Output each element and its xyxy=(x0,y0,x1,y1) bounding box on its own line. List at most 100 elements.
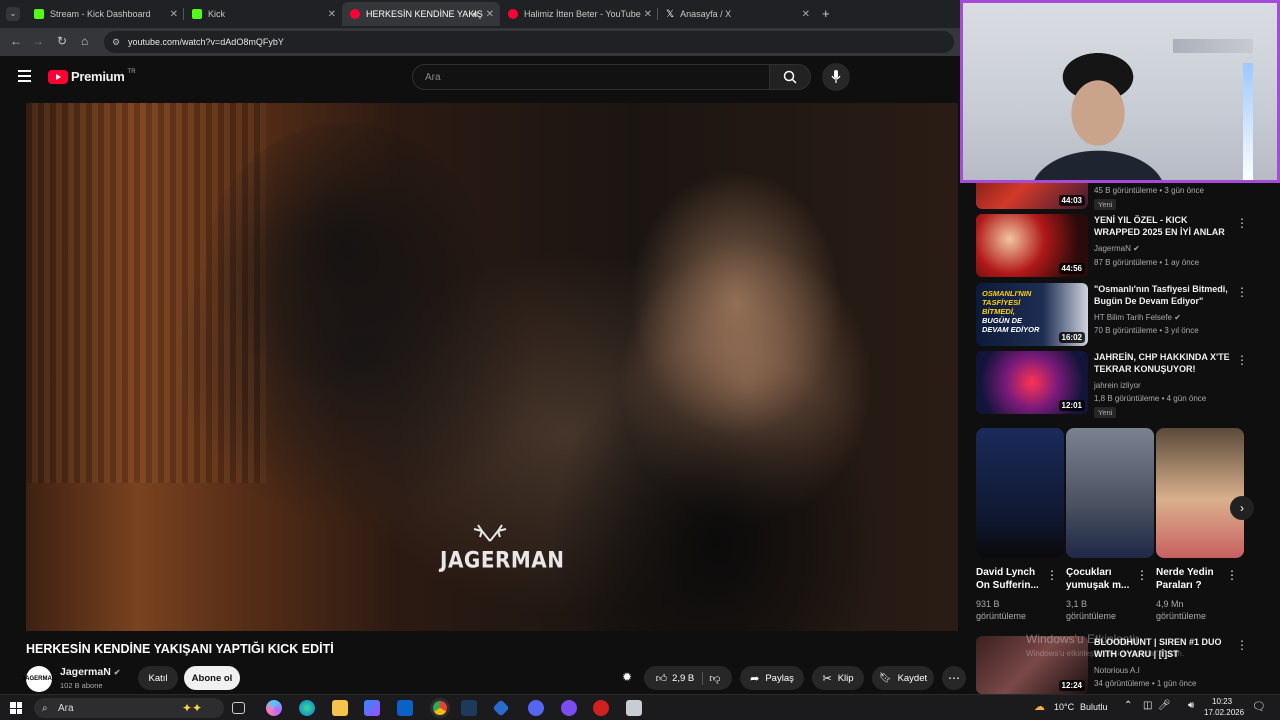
back-arrow-icon[interactable]: ← xyxy=(10,34,22,48)
tab-label: Anasayfa / X xyxy=(680,9,732,19)
url-text: youtube.com/watch?v=dAdO8mQFybY xyxy=(128,37,284,47)
recommendation-item[interactable]: 44:56 YENİ YIL ÖZEL - KICK WRAPPED 2025 … xyxy=(976,214,1266,278)
short-thumbnail[interactable] xyxy=(1066,428,1154,558)
weather-icon[interactable]: ☁︎ xyxy=(1034,700,1045,713)
new-badge: Yeni xyxy=(1094,199,1117,210)
copilot-icon[interactable] xyxy=(266,700,282,716)
video-title: YENİ YIL ÖZEL - KICK WRAPPED 2025 EN İYİ… xyxy=(1094,215,1225,237)
ai-sparkle-icon[interactable]: ✹ xyxy=(622,670,632,684)
like-button[interactable]: 👍︎ 2,9 B xyxy=(655,671,704,685)
close-tab-icon[interactable]: ✕ xyxy=(170,9,178,20)
more-actions-button[interactable]: ⋯ xyxy=(942,666,966,690)
audio-playing-icon[interactable]: 🔊︎ xyxy=(472,9,478,20)
new-badge: Yeni xyxy=(1094,407,1117,418)
video-meta: 34 görüntüleme • 1 gün önce xyxy=(1094,679,1197,688)
short-title[interactable]: David Lynch On Sufferin... xyxy=(976,566,1050,592)
youtube-play-logo-icon xyxy=(48,69,68,84)
search-icon xyxy=(783,70,797,84)
network-icon[interactable]: ◫ xyxy=(1143,700,1152,711)
clock-time[interactable]: 10:23 xyxy=(1212,697,1232,706)
edge-icon[interactable] xyxy=(299,700,315,716)
thumbnail-text: OSMANLI'NIN TASFİYESİ BİTMEDİ, BUGÜN DE … xyxy=(982,289,1040,334)
tab-youtube-halimiz[interactable]: Halimiz İtten Beter - YouTube ✕ xyxy=(500,2,658,26)
channel-name[interactable]: JagermaN ✔︎ xyxy=(60,666,120,678)
more-options-icon[interactable]: ⋮ xyxy=(1046,568,1058,582)
kick-favicon-icon xyxy=(34,9,44,19)
reload-icon[interactable]: ↻ xyxy=(57,34,67,48)
weather-temp[interactable]: 10°C xyxy=(1054,702,1074,712)
video-thumbnail[interactable]: OSMANLI'NIN TASFİYESİ BİTMEDİ, BUGÜN DE … xyxy=(976,283,1088,346)
more-options-icon[interactable]: ⋮ xyxy=(1236,216,1248,230)
channel-name: HT Bilim Tarih Felsefe ✔︎ xyxy=(1094,313,1181,322)
more-options-icon[interactable]: ⋮ xyxy=(1236,285,1248,299)
steam-icon[interactable] xyxy=(461,700,477,716)
site-info-icon[interactable]: ⚙︎ xyxy=(112,37,120,48)
microphone-tray-icon[interactable]: 🎤︎ xyxy=(1158,700,1171,711)
chrome-icon[interactable] xyxy=(430,698,450,718)
short-title[interactable]: Nerde Yedin Paraları ? xyxy=(1156,566,1230,592)
short-title[interactable]: Çocukları yumuşak m... xyxy=(1066,566,1140,592)
discord-icon[interactable] xyxy=(528,700,544,716)
subscribe-button[interactable]: Abone ol xyxy=(184,666,240,690)
microsoft-store-icon[interactable] xyxy=(364,700,380,716)
forward-arrow-icon[interactable]: → xyxy=(32,34,44,48)
close-tab-icon[interactable]: ✕ xyxy=(486,9,494,20)
notification-icon[interactable]: 🗨︎ xyxy=(1252,700,1266,713)
obs-like-icon[interactable] xyxy=(561,700,577,716)
bookmark-icon: 🔖︎ xyxy=(878,672,892,684)
task-view-icon[interactable] xyxy=(232,702,245,714)
more-options-icon[interactable]: ⋮ xyxy=(1236,638,1248,652)
close-tab-icon[interactable]: ✕ xyxy=(328,9,336,20)
video-player[interactable]: JAGERMAN xyxy=(26,103,958,631)
premium-text: Premium xyxy=(71,69,125,84)
window-app-icon[interactable] xyxy=(626,700,642,716)
taskbar-search[interactable]: ⌕ Ara ✦✦ xyxy=(34,698,224,718)
tab-search-dropdown-icon[interactable]: ⌄ xyxy=(6,7,20,21)
browser-tab-strip: ⌄ Stream - Kick Dashboard ✕ Kick ✕ HERKE… xyxy=(0,0,960,28)
thumbs-down-icon[interactable]: 👎︎ xyxy=(709,672,720,685)
voice-search-button[interactable] xyxy=(822,63,850,91)
youtube-header: Premium TR Ara xyxy=(0,56,960,100)
home-icon[interactable]: ⌂ xyxy=(81,34,88,48)
speaker-icon[interactable]: 🔊︎ xyxy=(1188,700,1194,711)
clip-button[interactable]: ✂︎ Klip xyxy=(812,666,864,690)
subscriber-count: 102 B abone xyxy=(60,681,103,690)
video-thumbnail[interactable]: 12:01 xyxy=(976,351,1088,414)
app-icon[interactable] xyxy=(492,699,510,717)
video-thumbnail[interactable]: 44:56 xyxy=(976,214,1088,277)
more-options-icon[interactable]: ⋮ xyxy=(1236,353,1248,367)
share-button[interactable]: ➦ Paylaş xyxy=(740,666,804,690)
short-thumbnail[interactable] xyxy=(1156,428,1244,558)
tray-overflow-icon[interactable]: ⌃ xyxy=(1124,700,1132,711)
clock-date[interactable]: 17.02.2026 xyxy=(1204,708,1244,717)
more-options-icon[interactable]: ⋮ xyxy=(1136,568,1148,582)
recommendation-item[interactable]: OSMANLI'NIN TASFİYESİ BİTMEDİ, BUGÜN DE … xyxy=(976,283,1266,347)
tab-x-home[interactable]: 𝕏 Anasayfa / X ✕ xyxy=(658,2,816,26)
address-bar[interactable]: ⚙︎ youtube.com/watch?v=dAdO8mQFybY xyxy=(104,31,954,53)
close-tab-icon[interactable]: ✕ xyxy=(644,9,652,20)
new-tab-button[interactable]: + xyxy=(822,6,830,21)
save-button[interactable]: 🔖︎ Kaydet xyxy=(872,666,934,690)
tab-youtube-active[interactable]: HERKESİN KENDİNE YAKIŞ 🔊︎ ✕ xyxy=(342,2,500,26)
hamburger-menu-icon[interactable] xyxy=(18,70,31,82)
file-explorer-icon[interactable] xyxy=(332,700,348,716)
video-duration: 44:03 xyxy=(1058,195,1085,206)
region-code: TR xyxy=(127,68,136,75)
search-button[interactable] xyxy=(769,64,811,90)
thumbs-up-icon: 👍︎ xyxy=(655,672,668,685)
shorts-next-button[interactable]: › xyxy=(1230,496,1254,520)
tab-kick-dashboard[interactable]: Stream - Kick Dashboard ✕ xyxy=(26,2,184,26)
search-input[interactable]: Ara xyxy=(412,64,770,90)
short-thumbnail[interactable] xyxy=(976,428,1064,558)
recording-app-icon[interactable] xyxy=(593,700,609,716)
more-options-icon[interactable]: ⋮ xyxy=(1226,568,1238,582)
windows-start-icon[interactable] xyxy=(10,702,22,714)
tab-kick[interactable]: Kick ✕ xyxy=(184,2,342,26)
close-tab-icon[interactable]: ✕ xyxy=(802,9,810,20)
channel-avatar[interactable]: JAGERMAN xyxy=(22,666,56,692)
join-button[interactable]: Katıl xyxy=(138,666,178,690)
youtube-premium-logo[interactable]: Premium TR xyxy=(48,69,136,84)
weather-desc[interactable]: Bulutlu xyxy=(1080,702,1108,712)
outlook-icon[interactable] xyxy=(397,700,413,716)
recommendation-item[interactable]: 12:01 JAHREİN, CHP HAKKINDA X'TE TEKRAR … xyxy=(976,351,1266,418)
